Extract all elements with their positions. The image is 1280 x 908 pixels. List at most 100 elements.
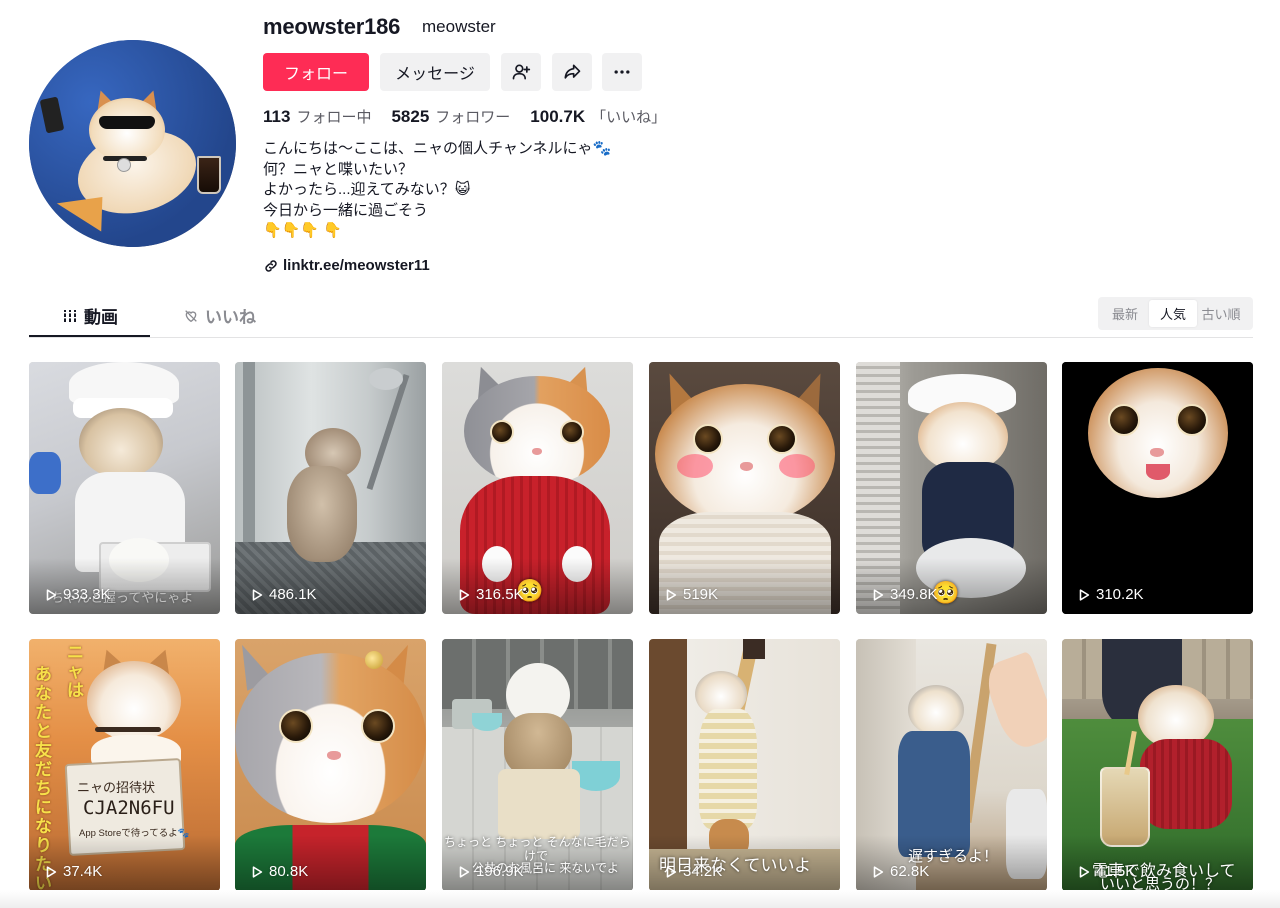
video-card[interactable]: 🥺 316.5K	[442, 362, 633, 614]
following-stat[interactable]: 113 フォロー中	[263, 106, 371, 127]
play-icon	[666, 865, 677, 878]
play-icon	[873, 865, 884, 878]
bio-line: 👇👇👇 👇	[263, 222, 342, 239]
play-icon	[459, 865, 470, 878]
play-icon	[46, 588, 57, 601]
view-count-text: 41.5K	[1096, 863, 1136, 880]
video-card[interactable]: 明日来なくていいよ 34.2K	[649, 639, 840, 891]
more-options-button[interactable]	[602, 53, 642, 91]
view-count: 34.2K	[664, 863, 722, 880]
likes-stat: 100.7K 「いいね」	[530, 106, 666, 127]
view-count: 62.8K	[871, 863, 929, 880]
bio-line: 今日から一緒に過ごそう	[263, 201, 429, 219]
view-count-text: 486.1K	[269, 586, 317, 603]
view-count-text: 196.9K	[476, 863, 524, 880]
play-icon	[873, 588, 884, 601]
followers-count: 5825	[391, 107, 430, 126]
profile-tabs: 動画 いいね	[29, 296, 1253, 338]
video-card[interactable]: ちゃんと握ってやにゃよ 933.3K	[29, 362, 220, 614]
profile-username: meowster186	[263, 14, 401, 39]
bio-line: こんにちは〜ここは、ニャの個人チャンネルにゃ🐾	[263, 140, 612, 157]
follow-button[interactable]: フォロー	[263, 53, 369, 91]
video-card[interactable]: 電車で飲み食いして いいと思うの！？ 41.5K	[1062, 639, 1253, 891]
play-icon	[252, 588, 263, 601]
bio-line: よかったら...迎えてみない？😺	[263, 181, 471, 198]
view-count: 41.5K	[1077, 863, 1135, 880]
following-label: フォロー中	[296, 109, 372, 126]
invite-card-title: ニャの招待状	[77, 780, 156, 795]
tab-videos[interactable]: 動画	[62, 303, 118, 328]
bio-line: 何？ニャと喋いたい？	[263, 160, 414, 178]
video-caption: ニャは	[67, 643, 84, 700]
more-dots-icon	[614, 70, 630, 74]
video-card[interactable]: 🥺 349.8K	[856, 362, 1047, 614]
video-card[interactable]: 遅すぎるよ！ 62.8K	[856, 639, 1047, 891]
tab-videos-label: 動画	[84, 308, 118, 327]
grid-icon	[63, 309, 77, 322]
followers-label: フォロワー	[435, 109, 511, 126]
view-count: 196.9K	[457, 863, 524, 880]
share-icon	[564, 64, 581, 79]
profile-link[interactable]: linktr.ee/meowster11	[263, 257, 430, 274]
likes-label: 「いいね」	[591, 109, 667, 126]
view-count: 519K	[664, 586, 718, 603]
view-count-text: 316.5K	[476, 586, 524, 603]
video-card[interactable]: 310.2K	[1062, 362, 1253, 614]
view-count-text: 519K	[683, 586, 719, 603]
sort-toggle: 最新 人気 古い順	[1098, 297, 1253, 330]
view-count: 37.4K	[44, 863, 102, 880]
message-button[interactable]: メッセージ	[380, 53, 490, 91]
sort-latest[interactable]: 最新	[1101, 300, 1149, 327]
view-count: 349.8K	[871, 586, 938, 603]
following-count: 113	[263, 107, 291, 126]
sort-oldest[interactable]: 古い順	[1197, 300, 1245, 327]
play-icon	[252, 865, 263, 878]
video-card[interactable]: 519K	[649, 362, 840, 614]
view-count: 933.3K	[44, 586, 111, 603]
tab-liked[interactable]: いいね	[183, 303, 256, 328]
share-button[interactable]	[552, 53, 592, 91]
video-card[interactable]: ちょっと ちょっと そんなに毛だら けで 公共のお風呂に 来ないでよ 196.9…	[442, 639, 633, 891]
play-icon	[459, 588, 470, 601]
view-count: 310.2K	[1077, 586, 1144, 603]
invite-code: CJA2N6FU	[83, 797, 175, 819]
play-icon	[46, 865, 57, 878]
followers-stat[interactable]: 5825 フォロワー	[391, 106, 510, 127]
profile-avatar[interactable]	[29, 40, 236, 247]
view-count-text: 62.8K	[890, 863, 930, 880]
video-card[interactable]: 486.1K	[235, 362, 426, 614]
view-count-text: 80.8K	[269, 863, 309, 880]
add-friend-button[interactable]	[501, 53, 541, 91]
view-count: 486.1K	[250, 586, 317, 603]
link-icon	[265, 259, 277, 272]
avatar-drink-glass	[197, 156, 221, 194]
view-count-text: 37.4K	[63, 863, 103, 880]
avatar-collar-tag	[117, 158, 131, 172]
page-bottom-fade	[0, 890, 1280, 908]
sort-popular[interactable]: 人気	[1149, 300, 1197, 327]
profile-nickname: meowster	[422, 17, 496, 36]
profile-link-text: linktr.ee/meowster11	[283, 257, 430, 274]
profile-stats: 113 フォロー中 5825 フォロワー 100.7K 「いいね」	[263, 106, 686, 127]
profile-bio: こんにちは〜ここは、ニャの個人チャンネルにゃ🐾 何？ニャと喋いたい？ よかったら…	[263, 139, 611, 242]
play-icon	[666, 588, 677, 601]
view-count: 80.8K	[250, 863, 308, 880]
add-user-icon	[512, 64, 531, 80]
view-count-text: 34.2K	[683, 863, 723, 880]
play-icon	[1079, 865, 1090, 878]
play-icon	[1079, 588, 1090, 601]
active-tab-indicator	[29, 335, 150, 337]
view-count-text: 349.8K	[890, 586, 938, 603]
likes-count: 100.7K	[530, 107, 586, 126]
video-card[interactable]: ニャの招待状 CJA2N6FU App Storeで待ってるよ🐾 ニャは あなた…	[29, 639, 220, 891]
tab-liked-label: いいね	[205, 308, 256, 327]
video-card[interactable]: 80.8K	[235, 639, 426, 891]
avatar-pizza	[56, 196, 108, 238]
hidden-heart-icon	[185, 309, 197, 322]
avatar-cat-head	[89, 98, 165, 162]
view-count: 316.5K	[457, 586, 524, 603]
view-count-text: 310.2K	[1096, 586, 1144, 603]
view-count-text: 933.3K	[63, 586, 111, 603]
video-thumbnail	[1062, 362, 1253, 614]
avatar-sunglasses	[99, 116, 155, 129]
